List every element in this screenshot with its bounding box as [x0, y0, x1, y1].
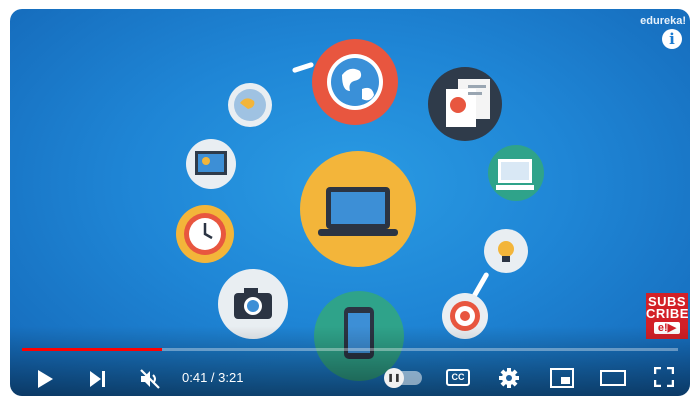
globe-illustration [312, 39, 398, 125]
fullscreen-icon[interactable] [653, 366, 675, 392]
time-separator: / [207, 370, 219, 385]
theater-icon[interactable] [600, 370, 626, 391]
progress-bar[interactable] [22, 348, 678, 351]
duration: 3:21 [218, 370, 244, 385]
desktop-illustration [488, 145, 544, 201]
clock-illustration [176, 205, 234, 263]
autoplay-toggle[interactable]: ❚❚ [384, 368, 422, 388]
video-player[interactable]: edureka! i SUBS CRIBE e!▶ 0:41 / 3:21 ❚❚… [10, 9, 690, 396]
bulb-illustration [484, 229, 528, 273]
reports-illustration [428, 67, 502, 141]
current-time: 0:41 [182, 370, 208, 385]
photo-illustration [186, 139, 236, 189]
autoplay-icon: ❚❚ [384, 368, 404, 388]
cc-label: CC [451, 372, 465, 382]
play-icon[interactable] [36, 369, 54, 394]
laptop-illustration [300, 151, 416, 267]
mute-icon[interactable] [138, 367, 162, 396]
info-icon[interactable]: i [662, 29, 682, 49]
controls-gradient [10, 326, 690, 396]
channel-watermark: edureka! [640, 15, 686, 27]
next-icon[interactable] [88, 369, 108, 394]
settings-icon[interactable] [498, 367, 520, 394]
miniplayer-icon[interactable] [550, 368, 574, 393]
cc-icon[interactable]: CC [446, 369, 470, 386]
arc-line [291, 61, 315, 74]
progress-played [22, 348, 162, 351]
time-display: 0:41 / 3:21 [182, 370, 243, 385]
small-globe-illustration [228, 83, 272, 127]
subscribe-line2: CRIBE [646, 306, 689, 321]
